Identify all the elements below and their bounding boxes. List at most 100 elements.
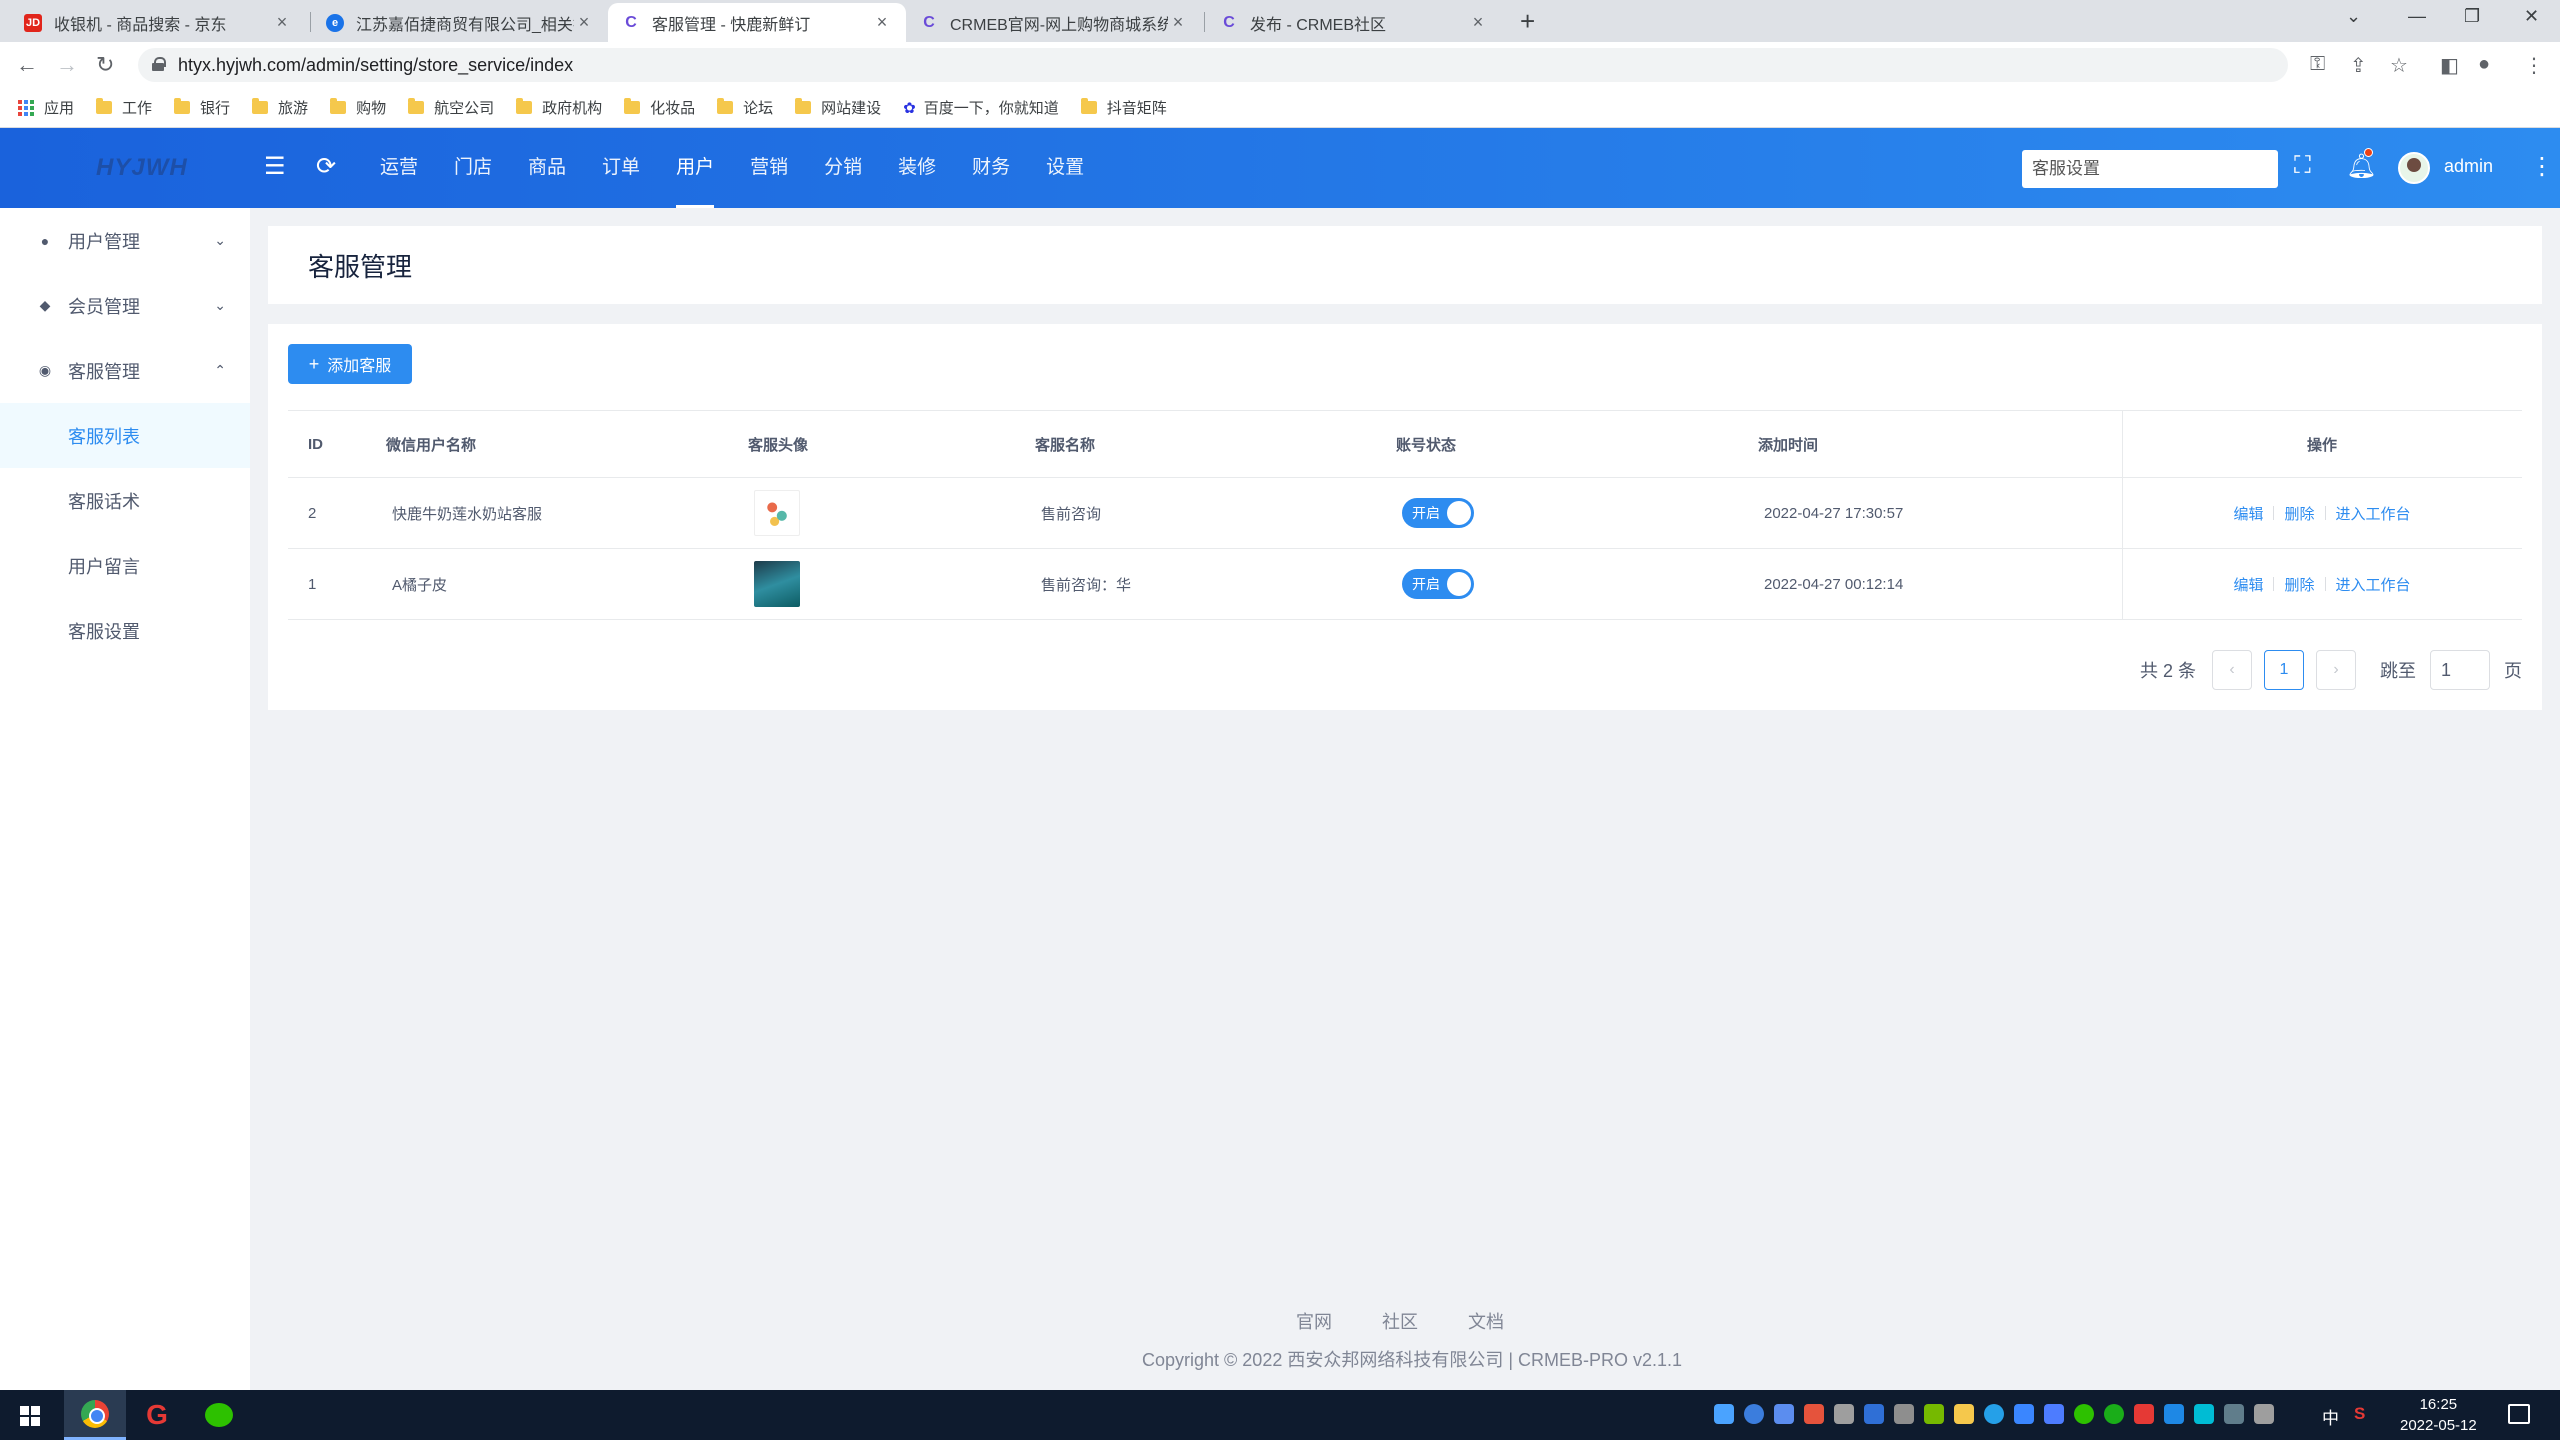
url-field[interactable]: htyx.hyjwh.com/admin/setting/store_servi… [138,48,2288,82]
footer-link-official[interactable]: 官网 [1296,1308,1332,1334]
tray-app-icon[interactable] [2194,1404,2214,1424]
bookmark-folder[interactable]: 抖音矩阵 [1080,97,1167,118]
profile-icon[interactable]: ● [2478,53,2490,76]
enter-workbench-link[interactable]: 进入工作台 [2336,574,2411,595]
close-icon[interactable]: × [1468,12,1488,33]
taskbar-chrome[interactable] [64,1390,126,1440]
nav-item-distribution[interactable]: 分销 [806,128,880,208]
sogou-input-icon[interactable]: S [2354,1404,2365,1424]
bookmark-folder[interactable]: 旅游 [252,97,308,118]
bookmark-folder[interactable]: 政府机构 [516,97,602,118]
prev-page-icon[interactable]: ‹ [2212,650,2252,690]
forward-icon[interactable]: → [56,52,78,78]
sidebar-item-user-messages[interactable]: 用户留言 [0,533,250,598]
sidebar-item-service-scripts[interactable]: 客服话术 [0,468,250,533]
window-close-icon[interactable]: ✕ [2524,6,2539,27]
enter-workbench-link[interactable]: 进入工作台 [2336,503,2411,524]
lock-icon[interactable] [1954,1404,1974,1424]
bell-icon[interactable]: 🔔︎ [2346,152,2376,181]
delete-link[interactable]: 删除 [2284,503,2314,524]
key-icon[interactable]: ⚿ [2310,53,2325,76]
bookmark-folder[interactable]: 航空公司 [408,97,494,118]
bookmark-folder[interactable]: 银行 [174,97,230,118]
nav-item-users[interactable]: 用户 [658,128,732,208]
ime-indicator[interactable]: 中 [2322,1404,2339,1429]
tray-app-icon[interactable] [1804,1404,1824,1424]
tray-app-icon[interactable] [2134,1404,2154,1424]
menu-collapse-icon[interactable]: ☰ [264,152,286,181]
bookmark-folder[interactable]: 购物 [330,97,386,118]
close-icon[interactable]: × [272,12,292,33]
service-avatar-image[interactable] [754,561,800,607]
tray-app-icon[interactable] [1894,1404,1914,1424]
delete-link[interactable]: 删除 [2284,574,2314,595]
share-icon[interactable]: ⇪ [2350,53,2367,78]
shield-icon[interactable] [1774,1404,1794,1424]
tab-search-icon[interactable]: ⌄ [2346,6,2361,27]
refresh-icon[interactable]: ⟳ [316,152,336,181]
browser-tab-community[interactable]: C 发布 - CRMEB社区 × [1206,3,1502,42]
browser-tab-active[interactable]: C 客服管理 - 快鹿新鲜订 × [608,3,906,42]
add-service-button[interactable]: + 添加客服 [288,344,412,384]
nav-item-orders[interactable]: 订单 [584,128,658,208]
nav-item-operations[interactable]: 运营 [362,128,436,208]
nav-item-settings[interactable]: 设置 [1028,128,1102,208]
bookmark-apps[interactable]: 应用 [18,97,74,118]
wechat-tray-icon[interactable] [2074,1404,2094,1424]
sidebar-item-service-settings[interactable]: 客服设置 [0,598,250,663]
side-panel-icon[interactable]: ◧ [2440,53,2459,78]
tray-app-icon[interactable] [2104,1404,2124,1424]
close-icon[interactable]: × [1168,12,1188,33]
new-tab-icon[interactable]: + [1520,6,1535,37]
browser-tab-search[interactable]: e 江苏嘉佰捷商贸有限公司_相关搜 × [312,3,608,42]
status-toggle[interactable]: 开启 [1402,498,1474,528]
tray-app-icon[interactable] [1984,1404,2004,1424]
network-icon[interactable] [2224,1404,2244,1424]
nav-item-stores[interactable]: 门店 [436,128,510,208]
tray-app-icon[interactable] [1864,1404,1884,1424]
windows-start-icon[interactable] [20,1406,40,1426]
nav-item-marketing[interactable]: 营销 [732,128,806,208]
reload-icon[interactable]: ↻ [96,52,114,78]
taskbar-clock[interactable]: 16:25 2022-05-12 [2400,1394,2477,1436]
bookmark-folder[interactable]: 论坛 [717,97,773,118]
close-icon[interactable]: × [872,12,892,33]
back-icon[interactable]: ← [16,52,38,78]
page-number-current[interactable]: 1 [2264,650,2304,690]
jump-page-input[interactable]: 1 [2430,650,2490,690]
bookmark-folder[interactable]: 化妆品 [624,97,695,118]
app-logo[interactable]: HYJWH [96,154,188,182]
edit-link[interactable]: 编辑 [2233,574,2263,595]
tray-app-icon[interactable] [2014,1404,2034,1424]
browser-tab-jd[interactable]: JD 收银机 - 商品搜索 - 京东 × [10,3,306,42]
notification-center-icon[interactable] [2508,1404,2530,1424]
taskbar-wechat[interactable] [188,1390,250,1440]
tray-app-icon[interactable] [1714,1404,1734,1424]
tray-app-icon[interactable] [2044,1404,2064,1424]
star-icon[interactable]: ☆ [2390,53,2408,78]
close-icon[interactable]: × [574,12,594,33]
bookmark-folder[interactable]: 网站建设 [795,97,881,118]
footer-link-docs[interactable]: 文档 [1468,1308,1504,1334]
fullscreen-icon[interactable]: ⛶ [2294,152,2311,180]
browser-menu-icon[interactable]: ⋮ [2524,53,2544,78]
tray-app-icon[interactable] [2164,1404,2184,1424]
restore-icon[interactable]: ❐ [2464,6,2480,27]
sidebar-group-service-management[interactable]: ◉ 客服管理 ⌃ [0,338,250,403]
nav-item-decoration[interactable]: 装修 [880,128,954,208]
nav-item-finance[interactable]: 财务 [954,128,1028,208]
sidebar-item-service-list[interactable]: 客服列表 [0,403,250,468]
sidebar-group-member-management[interactable]: ◆ 会员管理 ⌄ [0,273,250,338]
more-icon[interactable]: ⋮ [2530,152,2554,181]
avatar[interactable] [2398,152,2430,184]
nvidia-icon[interactable] [1924,1404,1944,1424]
next-page-icon[interactable]: › [2316,650,2356,690]
sidebar-group-user-management[interactable]: ● 用户管理 ⌄ [0,208,250,273]
bookmark-folder[interactable]: 工作 [96,97,152,118]
service-avatar-image[interactable] [754,490,800,536]
status-toggle[interactable]: 开启 [1402,569,1474,599]
footer-link-community[interactable]: 社区 [1382,1308,1418,1334]
edit-link[interactable]: 编辑 [2233,503,2263,524]
username[interactable]: admin [2444,156,2493,177]
header-search-input[interactable]: 客服设置 [2022,150,2278,188]
